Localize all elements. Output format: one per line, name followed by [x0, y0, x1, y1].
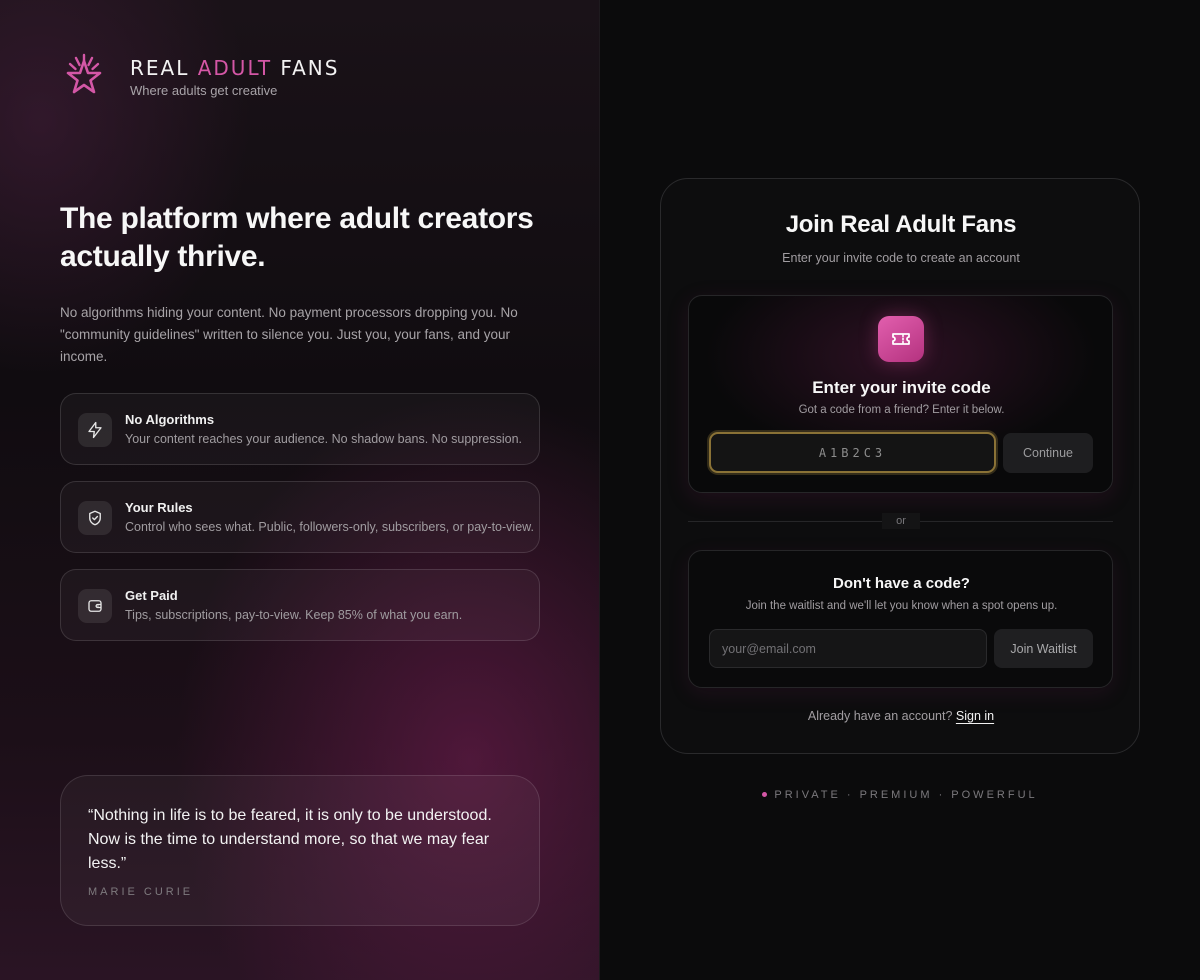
brand-tagline: Where adults get creative — [130, 83, 278, 98]
feature-card-no-algorithms: No Algorithms Your content reaches your … — [60, 393, 540, 465]
brand: REAL ADULT FANS Where adults get creativ… — [60, 52, 339, 100]
ticket-icon — [878, 316, 924, 362]
quote-text: “Nothing in life is to be feared, it is … — [88, 807, 492, 872]
join-subtitle: Enter your invite code to create an acco… — [782, 251, 1020, 265]
feature-description: Tips, subscriptions, pay-to-view. Keep 8… — [125, 608, 463, 622]
invite-title: Enter your invite code — [812, 378, 991, 397]
invite-code-input[interactable] — [709, 432, 996, 473]
feature-title: Your Rules — [125, 500, 193, 515]
signin-row: Already have an account? Sign in — [661, 709, 1141, 723]
status-dot — [762, 791, 768, 797]
feature-title: Get Paid — [125, 588, 178, 603]
waitlist-section: Don't have a code? Join the waitlist and… — [688, 550, 1113, 688]
feature-title: No Algorithms — [125, 412, 215, 427]
divider-label: or — [882, 513, 920, 529]
brand-name: REAL ADULT FANS — [130, 56, 340, 80]
join-title: Join Real Adult Fans — [785, 211, 1017, 238]
footer-tagline-text: PRIVATE · PREMIUM · POWERFUL — [774, 789, 1038, 801]
invite-subtitle: Got a code from a friend? Enter it below… — [798, 404, 1005, 416]
shield-check-icon — [78, 501, 112, 535]
signin-link[interactable]: Sign in — [956, 709, 994, 723]
quote-author: MARIE CURIE — [88, 886, 194, 898]
join-waitlist-button[interactable]: Join Waitlist — [994, 629, 1093, 668]
join-card: Join Real Adult Fans Enter your invite c… — [660, 178, 1140, 754]
feature-description: Control who sees what. Public, followers… — [125, 520, 534, 534]
continue-button[interactable]: Continue — [1003, 433, 1093, 473]
star-icon — [66, 53, 102, 94]
hero-title: The platform where adult creators actual… — [60, 202, 534, 273]
waitlist-title: Don't have a code? — [833, 575, 970, 592]
left-panel: REAL ADULT FANS Where adults get creativ… — [0, 0, 600, 980]
quote-card: “Nothing in life is to be feared, it is … — [60, 775, 540, 926]
feature-description: Your content reaches your audience. No s… — [125, 432, 523, 446]
signin-prompt: Already have an account? — [807, 709, 953, 723]
hero-description: No algorithms hiding your content. No pa… — [60, 305, 518, 364]
invite-code-section: Enter your invite code Got a code from a… — [688, 295, 1113, 493]
wallet-icon — [78, 589, 112, 623]
waitlist-subtitle: Join the waitlist and we'll let you know… — [745, 600, 1058, 612]
email-input[interactable] — [709, 629, 987, 668]
feature-card-your-rules: Your Rules Control who sees what. Public… — [60, 481, 540, 553]
feature-card-get-paid: Get Paid Tips, subscriptions, pay-to-vie… — [60, 569, 540, 641]
lightning-icon — [78, 413, 112, 447]
footer-tagline: PRIVATE · PREMIUM · POWERFUL — [660, 789, 1140, 801]
